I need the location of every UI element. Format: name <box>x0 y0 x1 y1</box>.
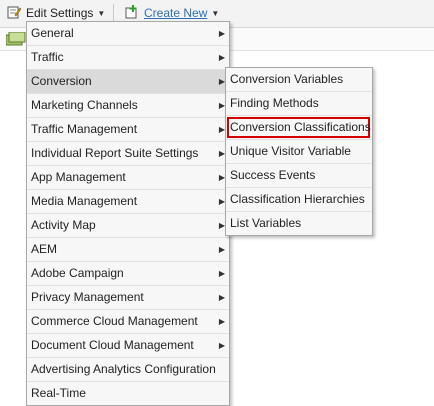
chevron-right-icon: ▶ <box>218 245 225 254</box>
menu-item-traffic-management[interactable]: Traffic Management ▶ <box>27 118 229 142</box>
submenu-item-list-variables[interactable]: List Variables <box>226 212 372 235</box>
menu-item-commerce-cloud-management[interactable]: Commerce Cloud Management ▶ <box>27 310 229 334</box>
submenu-item-label: Unique Visitor Variable <box>230 144 351 158</box>
menu-item-label: Document Cloud Management <box>31 338 194 352</box>
menu-item-media-management[interactable]: Media Management ▶ <box>27 190 229 214</box>
edit-settings-menu: General ▶ Traffic ▶ Conversion ▶ Marketi… <box>26 21 230 406</box>
submenu-item-finding-methods[interactable]: Finding Methods <box>226 92 372 116</box>
menu-item-label: Advertising Analytics Configuration <box>31 362 216 376</box>
menu-item-label: App Management <box>31 170 126 184</box>
submenu-item-label: Classification Hierarchies <box>230 192 365 206</box>
submenu-item-label: Finding Methods <box>230 96 319 110</box>
menu-item-traffic[interactable]: Traffic ▶ <box>27 46 229 70</box>
menu-item-label: Marketing Channels <box>31 98 138 112</box>
menu-item-label: Commerce Cloud Management <box>31 314 198 328</box>
menu-item-label: Privacy Management <box>31 290 144 304</box>
submenu-item-conversion-classifications[interactable]: Conversion Classifications <box>226 116 372 140</box>
menu-item-general[interactable]: General ▶ <box>27 22 229 46</box>
submenu-item-label: List Variables <box>230 216 302 230</box>
submenu-item-classification-hierarchies[interactable]: Classification Hierarchies <box>226 188 372 212</box>
menu-item-label: Conversion <box>31 74 92 88</box>
create-new-icon <box>125 4 139 22</box>
create-new-label: Create New <box>144 6 208 20</box>
submenu-item-label: Success Events <box>230 168 316 182</box>
chevron-right-icon: ▶ <box>218 269 225 278</box>
menu-item-advertising-analytics-configuration[interactable]: Advertising Analytics Configuration <box>27 358 229 382</box>
menu-item-label: Individual Report Suite Settings <box>31 146 199 160</box>
menu-item-conversion[interactable]: Conversion ▶ <box>27 70 229 94</box>
chevron-right-icon: ▶ <box>218 317 225 326</box>
menu-item-label: Media Management <box>31 194 138 208</box>
menu-item-privacy-management[interactable]: Privacy Management ▶ <box>27 286 229 310</box>
menu-item-label: General <box>31 26 74 40</box>
menu-item-label: Traffic Management <box>31 122 138 136</box>
chevron-down-icon: ▼ <box>211 8 220 18</box>
chevron-right-icon: ▶ <box>218 341 225 350</box>
menu-item-label: AEM <box>31 242 58 256</box>
report-suite-icon[interactable] <box>5 31 26 49</box>
chevron-down-icon: ▼ <box>97 8 106 18</box>
menu-item-document-cloud-management[interactable]: Document Cloud Management ▶ <box>27 334 229 358</box>
menu-item-label: Traffic <box>31 50 64 64</box>
submenu-item-conversion-variables[interactable]: Conversion Variables <box>226 68 372 92</box>
submenu-item-label: Conversion Variables <box>230 72 344 86</box>
menu-item-aem[interactable]: AEM ▶ <box>27 238 229 262</box>
menu-item-activity-map[interactable]: Activity Map ▶ <box>27 214 229 238</box>
menu-item-marketing-channels[interactable]: Marketing Channels ▶ <box>27 94 229 118</box>
chevron-right-icon: ▶ <box>218 293 225 302</box>
chevron-right-icon: ▶ <box>218 29 225 38</box>
submenu-item-unique-visitor-variable[interactable]: Unique Visitor Variable <box>226 140 372 164</box>
conversion-submenu: Conversion Variables Finding Methods Con… <box>225 67 373 236</box>
submenu-item-label: Conversion Classifications <box>230 120 371 134</box>
menu-item-label: Real-Time <box>31 386 86 400</box>
toolbar-divider <box>113 4 114 22</box>
edit-settings-label: Edit Settings <box>26 6 94 20</box>
chevron-right-icon: ▶ <box>218 53 225 62</box>
create-new-button[interactable]: Create New ▼ <box>125 4 219 22</box>
menu-item-individual-report-suite-settings[interactable]: Individual Report Suite Settings ▶ <box>27 142 229 166</box>
menu-item-real-time[interactable]: Real-Time <box>27 382 229 405</box>
submenu-item-success-events[interactable]: Success Events <box>226 164 372 188</box>
menu-item-app-management[interactable]: App Management ▶ <box>27 166 229 190</box>
menu-item-adobe-campaign[interactable]: Adobe Campaign ▶ <box>27 262 229 286</box>
menu-item-label: Adobe Campaign <box>31 266 124 280</box>
edit-pencil-icon <box>7 5 22 22</box>
edit-settings-button[interactable]: Edit Settings ▼ <box>7 4 105 22</box>
menu-item-label: Activity Map <box>31 218 96 232</box>
